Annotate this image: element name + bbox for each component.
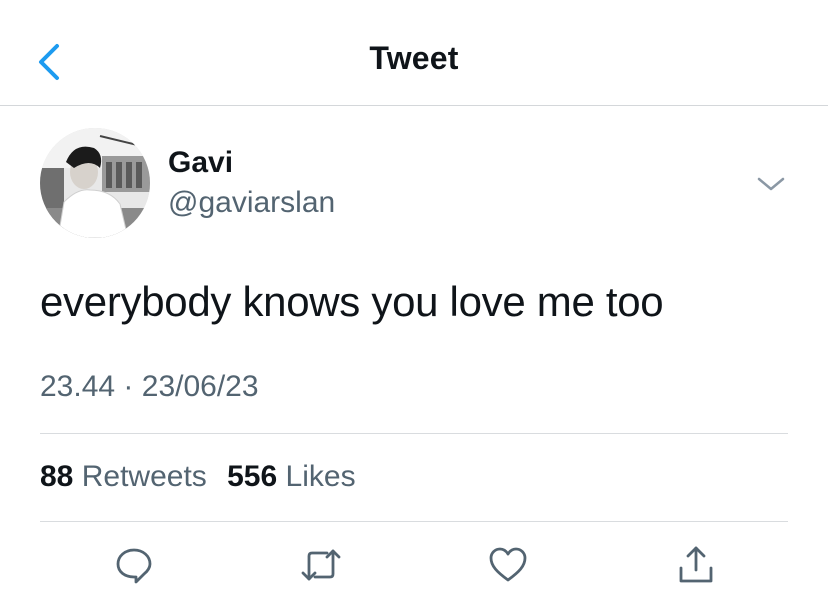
reply-icon — [116, 548, 152, 584]
share-button[interactable] — [671, 540, 721, 590]
engagement-stats: 88 Retweets 556 Likes — [40, 460, 368, 494]
reply-button[interactable] — [109, 540, 159, 590]
likes-count: 556 — [227, 460, 278, 493]
action-bar — [0, 540, 828, 590]
retweet-icon — [301, 549, 341, 581]
tweet-timestamp: 23.44 · 23/06/23 — [40, 370, 259, 404]
retweets-count: 88 — [40, 460, 74, 493]
tweet-time: 23.44 — [40, 370, 116, 403]
divider — [40, 521, 788, 522]
likes-label: Likes — [285, 460, 356, 493]
share-icon — [679, 546, 713, 583]
chevron-down-icon — [757, 177, 785, 191]
retweet-button[interactable] — [296, 540, 346, 590]
timestamp-separator: · — [123, 370, 134, 403]
top-bar: Tweet — [0, 0, 828, 106]
avatar[interactable] — [40, 128, 150, 238]
tweet-date: 23/06/23 — [141, 370, 259, 403]
divider — [40, 433, 788, 434]
more-options-button[interactable] — [754, 172, 788, 196]
page-title: Tweet — [369, 40, 459, 76]
likes-stat[interactable]: 556 Likes — [227, 460, 355, 493]
heart-icon — [489, 547, 527, 582]
like-button[interactable] — [483, 540, 533, 590]
tweet-author: Gavi @gaviarslan — [40, 128, 788, 240]
author-handle[interactable]: @gaviarslan — [168, 186, 335, 220]
tweet-text: everybody knows you love me too — [40, 278, 664, 325]
retweets-label: Retweets — [81, 460, 207, 493]
avatar-photo — [40, 128, 150, 238]
retweets-stat[interactable]: 88 Retweets — [40, 460, 207, 493]
author-name[interactable]: Gavi — [168, 146, 233, 180]
